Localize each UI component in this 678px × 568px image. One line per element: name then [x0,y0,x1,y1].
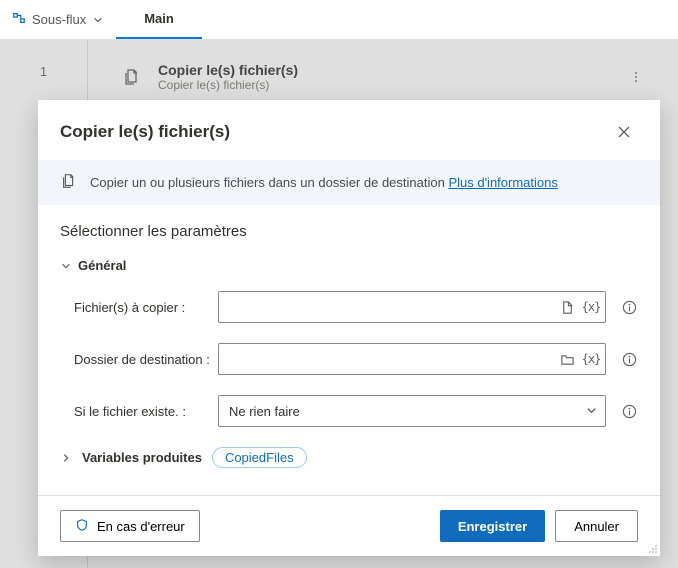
subflows-label: Sous-flux [32,12,86,27]
row-files: Fichier(s) à copier : {x} [60,291,638,323]
tab-bar: Sous-flux Main [0,0,678,40]
dest-label: Dossier de destination : [60,352,210,367]
resize-grip-icon[interactable] [646,542,658,554]
variable-icon[interactable]: {x} [582,298,600,316]
group-general-toggle[interactable]: Général [60,258,638,273]
info-icon[interactable] [620,298,638,316]
variable-icon[interactable]: {x} [582,350,600,368]
row-destination: Dossier de destination : {x} [60,343,638,375]
subflows-icon [12,11,26,28]
shield-icon [75,518,89,535]
exists-label: Si le fichier existe. : [60,404,210,419]
exists-select-wrap: Ne rien faire [218,395,606,427]
more-info-link[interactable]: Plus d'informations [448,175,557,190]
close-icon [617,125,631,139]
files-input-icons: {x} [558,298,600,316]
files-input[interactable] [218,291,606,323]
chevron-down-icon [92,14,104,26]
save-button[interactable]: Enregistrer [440,510,545,542]
tab-main[interactable]: Main [116,0,202,39]
files-label: Fichier(s) à copier : [60,300,210,315]
info-text: Copier un ou plusieurs fichiers dans un … [90,175,448,190]
exists-select[interactable]: Ne rien faire [218,395,606,427]
row-variables: Variables produites CopiedFiles [60,447,638,468]
group-general-label: Général [78,258,126,273]
dialog-title: Copier le(s) fichier(s) [60,122,610,142]
row-if-exists: Si le fichier existe. : Ne rien faire [60,395,638,427]
file-picker-icon[interactable] [558,298,576,316]
section-title: Sélectionner les paramètres [60,223,638,240]
copy-file-icon [60,172,78,193]
close-button[interactable] [610,118,638,146]
info-icon[interactable] [620,350,638,368]
chevron-down-icon [60,260,72,272]
dest-input-icons: {x} [558,350,600,368]
dialog-info-bar: Copier un ou plusieurs fichiers dans un … [38,160,660,205]
cancel-button[interactable]: Annuler [555,510,638,542]
info-icon[interactable] [620,402,638,420]
tab-main-label: Main [144,11,174,26]
vars-label: Variables produites [82,450,202,465]
on-error-button[interactable]: En cas d'erreur [60,510,200,542]
chevron-right-icon[interactable] [60,452,72,464]
dialog-body: Sélectionner les paramètres Général Fich… [38,205,660,495]
dest-input[interactable] [218,343,606,375]
variable-pill[interactable]: CopiedFiles [212,447,307,468]
dialog-info-text: Copier un ou plusieurs fichiers dans un … [90,175,558,190]
dialog: Copier le(s) fichier(s) Copier un ou plu… [38,100,660,556]
on-error-label: En cas d'erreur [97,519,185,534]
files-input-wrap: {x} [218,291,606,323]
exists-select-value: Ne rien faire [229,404,300,419]
subflows-dropdown[interactable]: Sous-flux [0,0,116,39]
dialog-footer: En cas d'erreur Enregistrer Annuler [38,495,660,556]
dialog-header: Copier le(s) fichier(s) [38,100,660,160]
folder-picker-icon[interactable] [558,350,576,368]
dest-input-wrap: {x} [218,343,606,375]
chevron-down-icon [586,404,597,419]
